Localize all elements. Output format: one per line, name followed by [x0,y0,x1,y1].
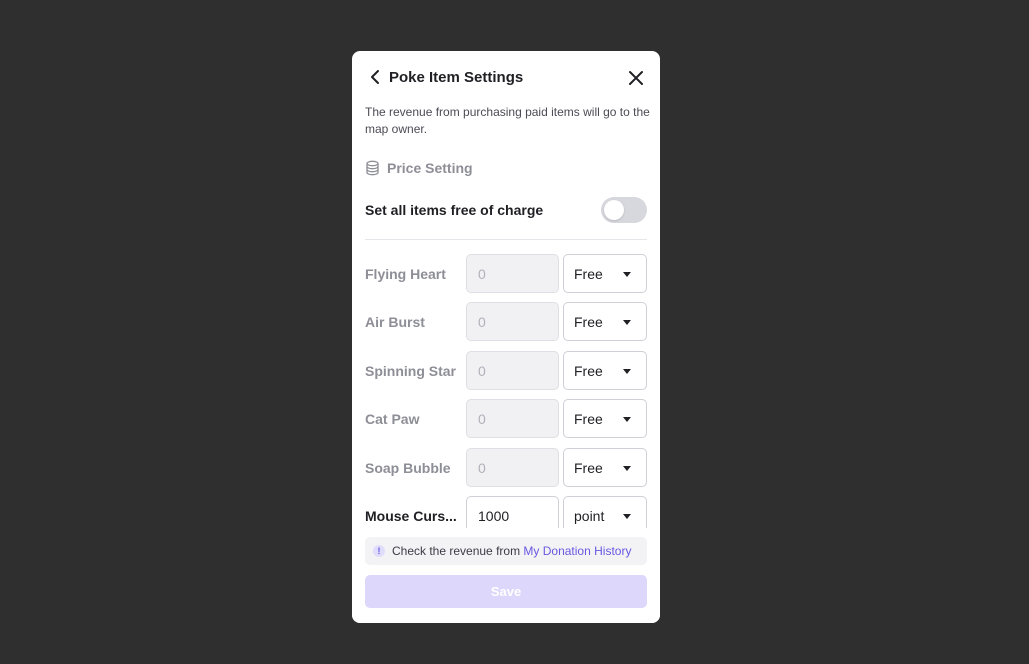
caret-down-icon [623,272,631,277]
caret-down-icon [623,417,631,422]
item-name: Flying Heart [365,265,446,282]
item-row: Air Burst 0 Free [365,302,647,341]
item-row: Mouse Curs... 1000 point [365,496,647,528]
item-price-input[interactable]: 0 [466,351,559,390]
coins-stack-icon [366,160,379,176]
caret-down-icon [623,466,631,471]
item-currency-select[interactable]: Free [563,254,647,293]
item-row: Soap Bubble 0 Free [365,448,647,487]
caret-down-icon [623,369,631,374]
back-button[interactable] [366,67,384,87]
item-currency-select[interactable]: point [563,496,647,528]
item-currency-value: Free [574,313,603,330]
item-name: Cat Paw [365,410,420,427]
modal-title: Poke Item Settings [389,69,524,86]
item-row: Flying Heart 0 Free [365,254,647,293]
save-button[interactable]: Save [365,575,647,608]
modal-description: The revenue from purchasing paid items w… [365,105,650,136]
item-price-input[interactable]: 0 [466,399,559,438]
free-of-charge-toggle[interactable] [601,197,647,223]
poke-item-settings-modal: Poke Item Settings The revenue from purc… [352,51,660,623]
item-currency-select[interactable]: Free [563,302,647,341]
item-row: Spinning Star 0 Free [365,351,647,390]
item-currency-select[interactable]: Free [563,448,647,487]
item-price-list[interactable]: Flying Heart 0 Free Air Burst 0 Free Spi… [352,254,660,528]
item-currency-value: Free [574,265,603,282]
caret-down-icon [623,514,631,519]
close-icon [629,71,643,85]
item-price-input[interactable]: 0 [466,254,559,293]
price-setting-header: Price Setting [365,158,473,178]
free-of-charge-label: Set all items free of charge [365,202,544,218]
donation-history-link[interactable]: My Donation History [523,544,631,558]
item-row: Cat Paw 0 Free [365,399,647,438]
notice-message: Check the revenue from [392,544,524,558]
close-button[interactable] [626,68,646,88]
item-currency-select[interactable]: Free [563,351,647,390]
notice-text: Check the revenue from My Donation Histo… [392,544,631,558]
info-alert-icon: ! [373,545,385,557]
item-name: Air Burst [365,313,425,330]
caret-down-icon [623,320,631,325]
item-name: Soap Bubble [365,459,451,476]
item-currency-select[interactable]: Free [563,399,647,438]
divider [365,239,647,240]
modal-header: Poke Item Settings [352,51,660,103]
toggle-knob [604,200,624,220]
chevron-left-icon [371,70,379,84]
item-currency-value: Free [574,459,603,476]
item-currency-value: Free [574,362,603,379]
item-price-input[interactable]: 0 [466,302,559,341]
item-name: Spinning Star [365,362,456,379]
item-currency-value: Free [574,410,603,427]
item-price-input[interactable]: 1000 [466,496,559,528]
item-name: Mouse Curs... [365,507,457,524]
item-currency-value: point [574,507,605,524]
price-setting-label: Price Setting [387,160,473,176]
item-price-input[interactable]: 0 [466,448,559,487]
donation-notice: ! Check the revenue from My Donation His… [365,537,647,565]
modal-footer: ! Check the revenue from My Donation His… [352,528,660,623]
free-of-charge-row: Set all items free of charge [365,196,647,224]
